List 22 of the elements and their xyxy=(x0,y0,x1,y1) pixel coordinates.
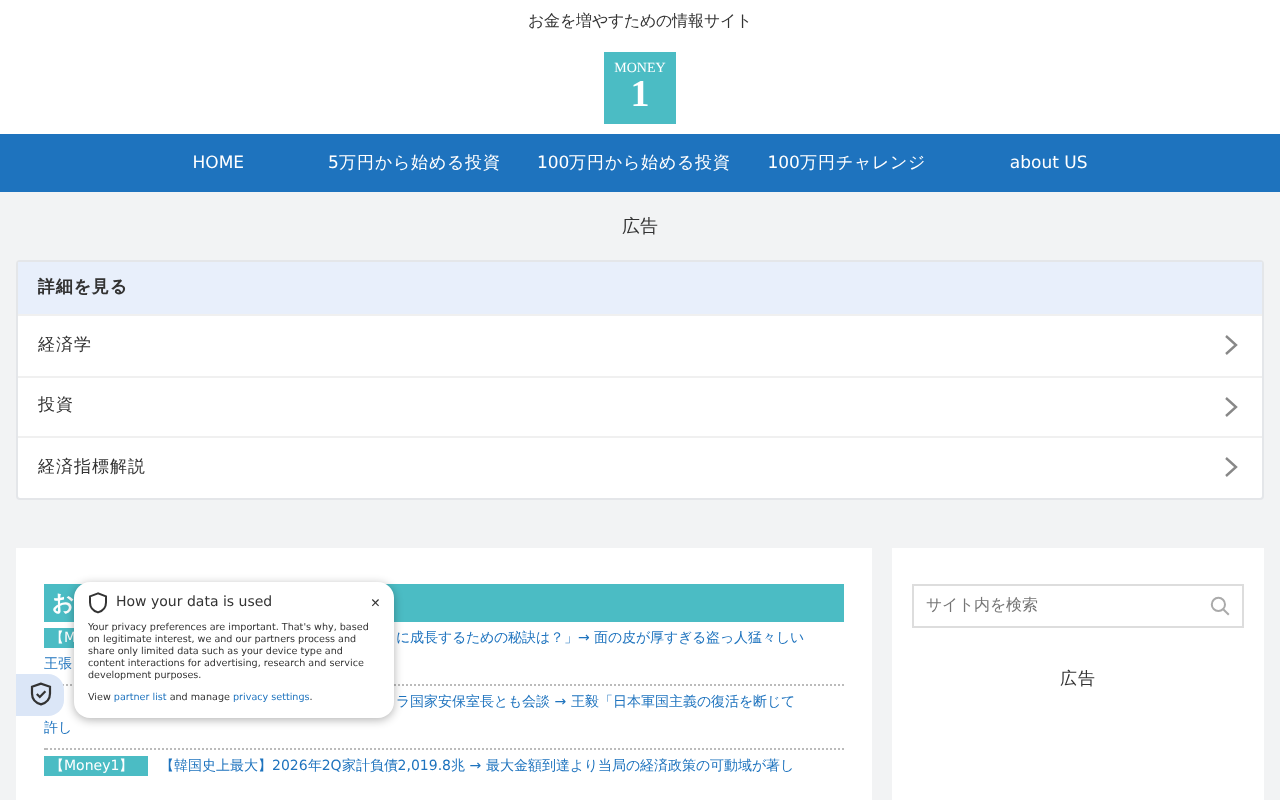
nav-link[interactable]: 100万円チャレンジ xyxy=(755,151,938,175)
category-item[interactable]: 経済学 xyxy=(18,314,1262,375)
ad-label: 広告 xyxy=(620,215,660,242)
privacy-button[interactable] xyxy=(16,673,64,715)
chevron-icon xyxy=(1224,334,1238,357)
nav-link[interactable]: 100万円から始める投資 xyxy=(524,151,744,175)
site-tagline: お金を増やすための情報サイト xyxy=(528,10,752,32)
ad-label: 広告 xyxy=(1058,667,1098,691)
category-item[interactable]: 投資 xyxy=(18,375,1262,436)
nav-link[interactable]: HOME xyxy=(180,153,257,173)
shield-icon xyxy=(88,591,108,613)
chevron-icon xyxy=(1224,456,1238,479)
search-icon xyxy=(1210,595,1230,615)
category-item[interactable]: 経済指標解説 xyxy=(18,436,1262,497)
nav-link[interactable]: 5万円から始める投資 xyxy=(316,151,513,175)
card-title: 詳細を見る xyxy=(18,262,1262,314)
search-field[interactable]: サイト内を検索 xyxy=(912,583,1244,627)
nav-link[interactable]: about US xyxy=(997,153,1100,173)
close-button[interactable]: × xyxy=(370,593,380,611)
section-title: お xyxy=(52,589,74,615)
chevron-icon xyxy=(1224,395,1238,418)
shield-check-icon xyxy=(29,682,51,706)
